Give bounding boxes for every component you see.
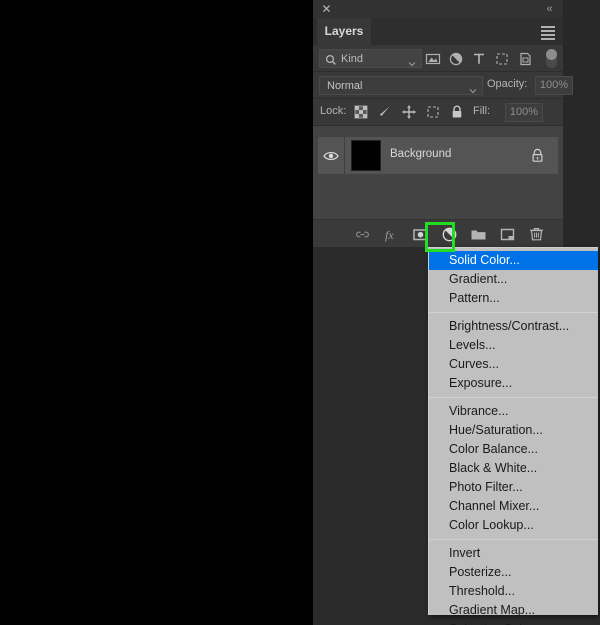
add-layer-mask-button[interactable]: [411, 225, 430, 244]
shape-filter-icon[interactable]: [494, 51, 510, 67]
menu-item[interactable]: Posterize...: [429, 563, 598, 582]
blend-mode-select[interactable]: Normal: [319, 76, 483, 95]
panel-tab-row: Layers: [313, 18, 563, 45]
filter-type-icons: [425, 49, 533, 69]
chevron-down-icon: [408, 55, 416, 67]
lock-image-pixels-icon[interactable]: [377, 104, 393, 120]
menu-item[interactable]: Solid Color...: [429, 251, 598, 270]
menu-item[interactable]: Channel Mixer...: [429, 497, 598, 516]
layer-filter-row: Kind: [313, 45, 563, 72]
blend-opacity-row: Normal Opacity: 100%: [313, 72, 573, 99]
table-row[interactable]: Background: [318, 137, 558, 174]
eye-icon: [323, 149, 339, 161]
menu-item[interactable]: Exposure...: [429, 374, 598, 393]
layer-thumbnail[interactable]: [351, 140, 381, 171]
menu-item[interactable]: Gradient...: [429, 270, 598, 289]
fill-adjustment-layer-menu[interactable]: Solid Color... Gradient... Pattern... Brigh…: [428, 247, 598, 625]
layer-visibility-toggle[interactable]: [318, 137, 345, 174]
lock-position-icon[interactable]: [401, 104, 417, 120]
svg-text:fx: fx: [385, 228, 394, 242]
delete-layer-button[interactable]: [527, 225, 546, 244]
link-layers-button[interactable]: [353, 225, 372, 244]
menu-item[interactable]: Curves...: [429, 355, 598, 374]
filter-enable-toggle[interactable]: [546, 49, 557, 68]
app-window: ✕ « Layers Kind Normal Opacity: 100% Loc…: [0, 0, 600, 625]
filter-kind-select[interactable]: Kind: [319, 49, 422, 68]
type-filter-icon[interactable]: [471, 51, 487, 67]
opacity-label: Opacity:: [487, 78, 528, 90]
lock-all-icon[interactable]: [449, 104, 465, 120]
search-icon: [325, 53, 337, 65]
fill-input[interactable]: 100%: [505, 103, 543, 122]
menu-item[interactable]: Invert: [429, 544, 598, 563]
tab-layers[interactable]: Layers: [317, 18, 371, 45]
lock-row: Lock: Fill: 100%: [313, 99, 563, 126]
lock-artboard-nesting-icon[interactable]: [425, 104, 441, 120]
layers-panel-toolbar: fx: [313, 219, 563, 247]
opacity-input[interactable]: 100%: [535, 76, 573, 95]
menu-separator: [429, 312, 598, 313]
lock-label: Lock:: [320, 105, 347, 117]
fill-label: Fill:: [473, 105, 491, 117]
collapse-panel-icon[interactable]: «: [541, 3, 557, 15]
chevron-down-icon: [469, 82, 477, 94]
menu-item[interactable]: Threshold...: [429, 582, 598, 601]
new-layer-button[interactable]: [498, 225, 517, 244]
panel-title-bar: ✕ «: [313, 0, 563, 18]
menu-item[interactable]: Hue/Saturation...: [429, 421, 598, 440]
menu-separator: [429, 397, 598, 398]
menu-item[interactable]: Pattern...: [429, 289, 598, 308]
new-group-button[interactable]: [469, 225, 488, 244]
menu-item[interactable]: Color Balance...: [429, 440, 598, 459]
adjustment-filter-icon[interactable]: [448, 51, 464, 67]
menu-item[interactable]: Gradient Map...: [429, 601, 598, 620]
menu-item[interactable]: Vibrance...: [429, 402, 598, 421]
menu-separator: [429, 539, 598, 540]
close-icon[interactable]: ✕: [321, 3, 332, 15]
layer-style-button[interactable]: fx: [382, 225, 401, 244]
menu-item[interactable]: Photo Filter...: [429, 478, 598, 497]
menu-item[interactable]: Brightness/Contrast...: [429, 317, 598, 336]
menu-item[interactable]: Selective Color...: [429, 620, 598, 625]
image-filter-icon[interactable]: [425, 51, 441, 67]
menu-item[interactable]: Black & White...: [429, 459, 598, 478]
blend-mode-value: Normal: [327, 80, 363, 92]
new-fill-adjustment-layer-button[interactable]: [440, 225, 459, 244]
menu-item[interactable]: Color Lookup...: [429, 516, 598, 535]
layer-list[interactable]: Background: [313, 126, 563, 219]
layer-locked-icon: [531, 148, 544, 163]
filter-kind-label: Kind: [341, 53, 364, 65]
layer-name: Background: [390, 148, 452, 160]
menu-item[interactable]: Levels...: [429, 336, 598, 355]
panel-menu-icon[interactable]: [541, 26, 555, 40]
lock-transparent-pixels-icon[interactable]: [353, 104, 369, 120]
smart-object-filter-icon[interactable]: [517, 51, 533, 67]
layers-panel: ✕ « Layers Kind Normal Opacity: 100% Loc…: [313, 0, 573, 247]
document-canvas[interactable]: [0, 0, 313, 246]
